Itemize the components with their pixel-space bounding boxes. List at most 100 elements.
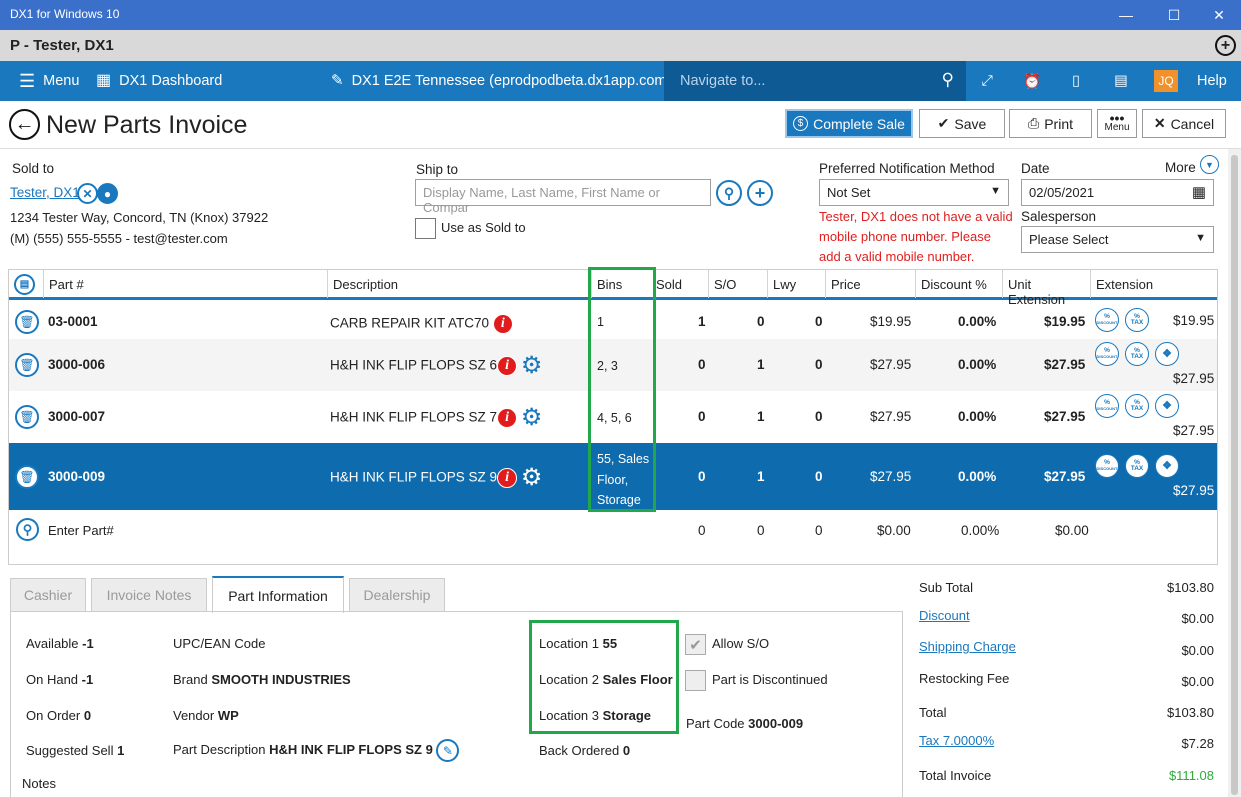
edit-pencil-icon[interactable]: ✎: [436, 739, 460, 762]
trash-icon[interactable]: 🗑: [15, 405, 39, 429]
tax-link[interactable]: Tax 7.0000%: [919, 733, 994, 748]
gear-icon[interactable]: ⚙: [521, 466, 543, 490]
use-as-sold-to-checkbox[interactable]: [415, 218, 436, 239]
tab-cashier[interactable]: Cashier: [10, 578, 86, 612]
allow-so-label: Allow S/O: [712, 636, 770, 651]
vertical-scrollbar[interactable]: [1228, 149, 1241, 797]
total-label: Total: [919, 705, 947, 720]
maximize-button[interactable]: ☐: [1151, 0, 1197, 30]
sold-to-customer-link[interactable]: Tester, DX1: [10, 185, 80, 200]
column-settings-icon[interactable]: ▤: [14, 274, 35, 295]
scrollbar-thumb[interactable]: [1231, 155, 1238, 795]
print-button[interactable]: ⎙ Print: [1009, 109, 1092, 138]
chevron-down-icon: ▼: [990, 185, 1001, 197]
trash-icon[interactable]: 🗑: [15, 465, 39, 489]
sold-to-address: 1234 Tester Way, Concord, TN (Knox) 3792…: [10, 210, 269, 225]
chevron-down-icon[interactable]: ▼: [1200, 155, 1219, 174]
upc-field: UPC/EAN Code: [173, 636, 266, 651]
col-part[interactable]: Part #: [43, 270, 328, 298]
trash-icon[interactable]: 🗑: [15, 310, 39, 334]
salesperson-select[interactable]: Please Select ▼: [1021, 226, 1214, 253]
help-link[interactable]: Help: [1197, 73, 1227, 89]
chat-bubble-icon[interactable]: ●: [97, 183, 118, 204]
special-order-icon[interactable]: ❖: [1155, 342, 1179, 366]
search-icon[interactable]: ⚲: [942, 70, 954, 90]
tab-dealership[interactable]: Dealership: [349, 578, 445, 612]
chat-icon[interactable]: ▤: [1109, 70, 1133, 92]
tax-badge-icon[interactable]: % TAX: [1125, 342, 1149, 366]
add-tab-icon[interactable]: +: [1215, 35, 1236, 56]
mobile-phone-icon[interactable]: ▯: [1064, 70, 1088, 92]
tax-badge-icon[interactable]: % TAX: [1125, 394, 1149, 418]
search-icon[interactable]: ⚲: [16, 518, 39, 541]
back-arrow-icon[interactable]: ←: [9, 109, 40, 140]
complete-sale-button[interactable]: $ Complete Sale: [785, 109, 913, 138]
search-icon[interactable]: ⚲: [716, 180, 742, 206]
col-so[interactable]: S/O: [708, 270, 768, 298]
printer-icon: ⎙: [1028, 115, 1040, 131]
special-order-icon[interactable]: ❖: [1155, 394, 1179, 418]
add-icon[interactable]: +: [747, 180, 773, 206]
cancel-button[interactable]: ✕ Cancel: [1142, 109, 1226, 138]
available-field: Available -1: [26, 636, 94, 651]
so-value: 1: [757, 357, 765, 372]
calendar-icon[interactable]: ▦: [1192, 183, 1206, 201]
discount-badge-icon[interactable]: % DISCOUNT: [1095, 394, 1119, 418]
store-selector[interactable]: ✎ DX1 E2E Tennessee (eprodpodbeta.dx1app…: [331, 73, 671, 89]
notification-method-select[interactable]: Not Set ▼: [819, 179, 1009, 206]
gear-icon[interactable]: ⚙: [521, 354, 543, 378]
notification-warning-1: Tester, DX1 does not have a valid: [819, 209, 1013, 224]
discontinued-checkbox[interactable]: [685, 670, 706, 691]
discount-badge-icon[interactable]: % DISCOUNT: [1095, 308, 1119, 332]
alarm-clock-icon[interactable]: ⏰: [1020, 70, 1044, 92]
col-extension[interactable]: Extension: [1090, 270, 1217, 298]
discount-badge-icon[interactable]: % DISCOUNT: [1095, 342, 1119, 366]
minimize-button[interactable]: —: [1103, 0, 1149, 30]
info-icon[interactable]: i: [492, 314, 513, 334]
dashboard-button[interactable]: ▦ DX1 Dashboard: [96, 73, 222, 90]
tab-invoice-notes[interactable]: Invoice Notes: [91, 578, 207, 612]
date-input[interactable]: 02/05/2021 ▦: [1021, 179, 1214, 206]
entry-discount: 0.00%: [961, 523, 1000, 538]
allow-so-checkbox[interactable]: ✔: [685, 634, 706, 655]
col-discount[interactable]: Discount %: [915, 270, 1003, 298]
col-sold[interactable]: Sold: [651, 270, 709, 298]
menu-button[interactable]: ☰ Menu: [19, 71, 79, 91]
save-button[interactable]: ✔ Save: [919, 109, 1005, 138]
enter-part-input[interactable]: Enter Part#: [48, 523, 114, 538]
discount-badge-icon[interactable]: % DISCOUNT: [1095, 454, 1119, 478]
remove-customer-icon[interactable]: ✕: [77, 183, 98, 204]
discount-link[interactable]: Discount: [919, 608, 970, 623]
hamburger-icon: ☰: [19, 71, 36, 91]
parts-grid: ▤ Part # Description Bins Sold S/O Lwy P…: [8, 267, 1218, 565]
ship-to-search-input[interactable]: Display Name, Last Name, First Name or C…: [415, 179, 711, 215]
tab-part-information[interactable]: Part Information: [212, 576, 344, 613]
extension-value: $19.95: [1173, 313, 1215, 328]
tax-badge-icon[interactable]: % TAX: [1125, 454, 1149, 478]
part-description-field: Part Description H&H INK FLIP FLOPS SZ 9…: [173, 739, 460, 762]
col-lwy[interactable]: Lwy: [767, 270, 826, 298]
on-order-field: On Order 0: [26, 708, 92, 723]
info-icon[interactable]: i: [497, 408, 518, 428]
lwy-value: 0: [815, 357, 823, 372]
info-icon[interactable]: i: [497, 468, 518, 488]
part-number: 3000-006: [48, 357, 106, 372]
tax-badge-icon[interactable]: % TAX: [1125, 308, 1149, 332]
expand-icon[interactable]: ⤢: [975, 70, 999, 92]
user-avatar[interactable]: JQ: [1154, 70, 1178, 92]
info-icon[interactable]: i: [497, 356, 518, 376]
close-window-button[interactable]: ✕: [1196, 0, 1241, 30]
trash-icon[interactable]: 🗑: [15, 353, 39, 377]
col-price[interactable]: Price: [825, 270, 916, 298]
col-description[interactable]: Description: [327, 270, 586, 298]
on-hand-field: On Hand -1: [26, 672, 94, 687]
gear-icon[interactable]: ⚙: [521, 406, 543, 430]
sub-total-value: $103.80: [1167, 580, 1214, 595]
sold-to-contact: (M) (555) 555-5555 - test@tester.com: [10, 231, 228, 246]
special-order-icon[interactable]: ❖: [1155, 454, 1179, 478]
navigate-search-field[interactable]: Navigate to... ⚲: [664, 61, 966, 101]
shipping-charge-link[interactable]: Shipping Charge: [919, 639, 1016, 654]
more-menu-button[interactable]: ••• Menu: [1097, 109, 1137, 138]
more-link[interactable]: More: [1165, 160, 1196, 175]
col-unit-extension[interactable]: Unit Extension: [1002, 270, 1091, 307]
